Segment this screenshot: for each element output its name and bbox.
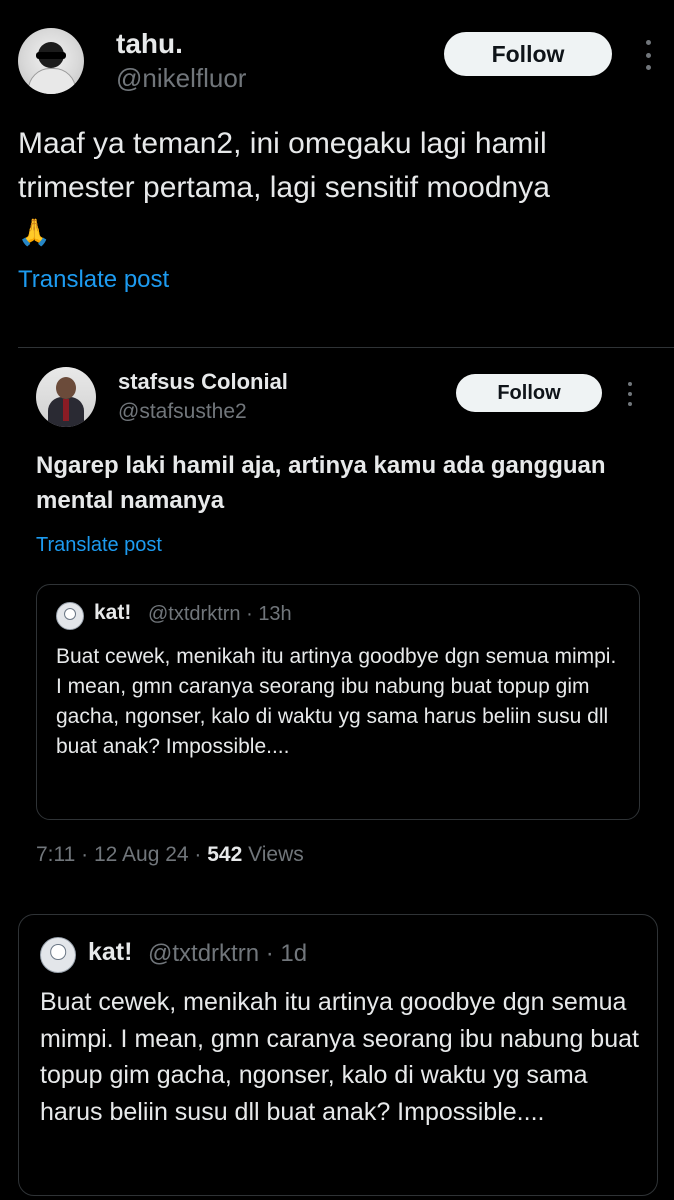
quoted-author-display-name[interactable]: stafsus Colonial: [118, 369, 288, 395]
post-text: Maaf ya teman2, ini omegaku lagi hamil t…: [18, 122, 668, 255]
quoted-more-options-icon[interactable]: [621, 382, 639, 406]
bottom-author-handle: @txtdrktrn · 1d: [148, 940, 308, 967]
translate-post-link[interactable]: Translate post: [18, 266, 169, 294]
nested-author-display-name: kat!: [94, 601, 132, 624]
quoted-author-avatar[interactable]: [36, 367, 96, 427]
bottom-author-avatar[interactable]: [40, 937, 76, 973]
nested-author-handle: @txtdrktrn · 13h: [148, 603, 292, 625]
more-options-icon[interactable]: [636, 40, 660, 70]
post-body: Maaf ya teman2, ini omegaku lagi hamil t…: [18, 127, 555, 204]
author-handle[interactable]: @nikelfluor: [116, 63, 246, 94]
post-meta: 7:11 · 12 Aug 24 · 542 Views: [36, 843, 304, 867]
quoted-post-text: Ngarep laki hamil aja, artinya kamu ada …: [36, 452, 606, 514]
nested-quote-text: Buat cewek, menikah itu artinya goodbye …: [56, 645, 617, 758]
folded-hands-emoji: 🙏: [18, 218, 51, 248]
bottom-author-display-name: kat!: [88, 938, 133, 966]
author-display-name[interactable]: tahu.: [116, 28, 183, 60]
avatar[interactable]: [18, 28, 84, 94]
quoted-author-handle[interactable]: @stafsusthe2: [118, 400, 247, 424]
post-timestamp[interactable]: 7:11 · 12 Aug 24 ·: [36, 843, 207, 866]
nested-author-avatar[interactable]: [56, 602, 84, 630]
quoted-translate-post-link[interactable]: Translate post: [36, 534, 162, 557]
views-count: 542: [207, 843, 243, 866]
quoted-follow-button[interactable]: Follow: [456, 374, 602, 412]
bottom-quote-text: Buat cewek, menikah itu artinya goodbye …: [40, 988, 639, 1126]
follow-button[interactable]: Follow: [444, 32, 612, 76]
views-label: Views: [242, 843, 304, 866]
